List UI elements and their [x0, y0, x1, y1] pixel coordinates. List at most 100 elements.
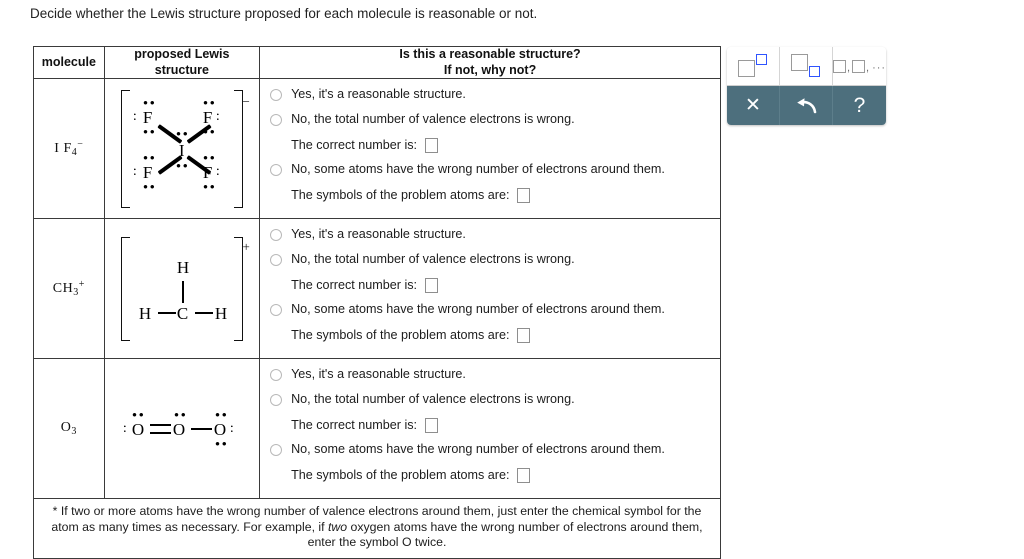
atom-label-f: F [142, 162, 153, 182]
option-yes[interactable]: Yes, it's a reasonable structure. [268, 366, 714, 385]
square-small-icon [809, 66, 820, 77]
radio-no-valence[interactable] [270, 254, 283, 267]
lone-pair-icon: : [122, 420, 127, 436]
answer-options-row1: Yes, it's a reasonable structure. No, th… [259, 78, 721, 220]
bracket-right-icon [233, 89, 243, 208]
superscript-button[interactable] [727, 47, 780, 86]
question-mark-icon: ? [853, 94, 866, 117]
lone-pair-icon: : [215, 108, 220, 124]
option-yes[interactable]: Yes, it's a reasonable structure. [268, 226, 714, 245]
lone-pair-icon: : [215, 163, 220, 179]
clear-button[interactable]: ✕ [727, 86, 780, 125]
radio-no-atoms[interactable] [270, 164, 283, 177]
lone-pair-icon: : [132, 163, 137, 179]
lone-pair-icon: : [132, 108, 137, 124]
header-proposed-structure: proposed Lewis structure [103, 45, 261, 80]
problem-atoms-input[interactable] [517, 328, 531, 344]
atom-label-f: F [142, 107, 153, 127]
answer-options-row2: Yes, it's a reasonable structure. No, th… [259, 218, 721, 360]
charge-label: + [242, 238, 250, 254]
header-structure-line2: structure [154, 62, 209, 77]
option-label: No, the total number of valence electron… [291, 252, 575, 267]
option-yes[interactable]: Yes, it's a reasonable structure. [268, 86, 714, 105]
table-row: CH3+ + H H C H Yes, it's a reasonable st… [33, 218, 721, 360]
list-button[interactable]: , , ··· [832, 47, 886, 86]
option-no-valence[interactable]: No, the total number of valence electron… [268, 111, 714, 130]
footnote-emphasis: two [327, 519, 348, 534]
problem-atoms-input[interactable] [517, 468, 531, 484]
option-label: Yes, it's a reasonable structure. [291, 227, 466, 242]
help-button[interactable]: ? [833, 86, 886, 125]
list-ellipsis: ··· [872, 61, 886, 74]
lone-pair-icon: •• [214, 436, 229, 453]
list-icon: , , ··· [832, 59, 886, 74]
table-row: I F4− − •• : F •• •• F : •• •• : F •• ••… [33, 78, 721, 220]
list-comma-1: , [846, 61, 850, 74]
option-label: No, some atoms have the wrong number of … [291, 302, 665, 317]
subscript-icon [791, 54, 821, 78]
radio-yes[interactable] [270, 229, 283, 242]
problem-atoms-input[interactable] [517, 188, 531, 204]
option-label: No, the total number of valence electron… [291, 112, 575, 127]
header-answer-line1: Is this a reasonable structure? [399, 47, 581, 61]
molecule-formula-text: I F [54, 141, 72, 157]
option-no-atoms[interactable]: No, some atoms have the wrong number of … [268, 441, 714, 460]
header-answer: Is this a reasonable structure? If not, … [259, 45, 721, 80]
correct-number-input[interactable] [425, 418, 439, 434]
formula-toolbar: , , ··· ✕ ? [727, 47, 886, 125]
option-label: Yes, it's a reasonable structure. [291, 367, 466, 382]
subscript-button[interactable] [780, 47, 833, 86]
atom-label-c: C [176, 303, 189, 323]
bracket-left-icon [120, 236, 130, 341]
molecule-formula-text: CH [52, 281, 74, 297]
molecule-subscript: 3 [71, 426, 77, 438]
lone-pair-icon: •• [175, 158, 190, 175]
answer-options-row3: Yes, it's a reasonable structure. No, th… [259, 358, 721, 500]
correct-number-label: The correct number is: [291, 138, 418, 153]
square-outline-icon [832, 59, 846, 73]
atom-label-o: O [172, 419, 186, 439]
problem-atoms-label: The symbols of the problem atoms are: [291, 328, 510, 343]
correct-number-label: The correct number is: [291, 278, 418, 293]
correct-number-line: The correct number is: [291, 136, 714, 155]
atom-label-h: H [138, 303, 152, 323]
close-icon: ✕ [745, 95, 761, 116]
footnote-part2: oxygen atoms have the wrong number of el… [307, 519, 703, 550]
atom-label-h: H [214, 303, 228, 323]
table-row: O3 •• : O •• O •• O : •• Yes, it's a rea… [33, 358, 721, 500]
atom-label-o: O [213, 419, 227, 439]
problem-atoms-label: The symbols of the problem atoms are: [291, 468, 510, 483]
problem-atoms-line: The symbols of the problem atoms are: [291, 326, 714, 345]
radio-no-valence[interactable] [270, 114, 283, 127]
correct-number-line: The correct number is: [291, 416, 714, 435]
lone-pair-icon: •• [202, 179, 217, 196]
footnote-row: * If two or more atoms have the wrong nu… [33, 498, 721, 559]
option-no-atoms[interactable]: No, some atoms have the wrong number of … [268, 161, 714, 180]
option-no-valence[interactable]: No, the total number of valence electron… [268, 391, 714, 410]
atom-label-h: H [176, 257, 190, 277]
lewis-structure-o3: •• : O •• O •• O : •• [103, 358, 261, 500]
problem-atoms-label: The symbols of the problem atoms are: [291, 188, 510, 203]
correct-number-line: The correct number is: [291, 276, 714, 295]
lone-pair-icon: •• [142, 124, 157, 141]
radio-no-atoms[interactable] [270, 304, 283, 317]
lone-pair-icon: •• [142, 179, 157, 196]
radio-no-valence[interactable] [270, 394, 283, 407]
header-answer-line2: If not, why not? [443, 62, 537, 77]
correct-number-input[interactable] [425, 138, 439, 154]
option-label: No, some atoms have the wrong number of … [291, 162, 665, 177]
radio-no-atoms[interactable] [270, 444, 283, 457]
radio-yes[interactable] [270, 369, 283, 382]
option-no-atoms[interactable]: No, some atoms have the wrong number of … [268, 301, 714, 320]
radio-yes[interactable] [270, 89, 283, 102]
problem-atoms-line: The symbols of the problem atoms are: [291, 186, 714, 205]
bond-line [181, 280, 185, 303]
charge-label: − [242, 93, 250, 109]
option-no-valence[interactable]: No, the total number of valence electron… [268, 251, 714, 270]
correct-number-input[interactable] [425, 278, 439, 294]
toolbar-bottom-row: ✕ ? [727, 86, 886, 125]
undo-button[interactable] [780, 86, 833, 125]
molecule-formula-o3: O3 [33, 358, 105, 500]
problem-atoms-line: The symbols of the problem atoms are: [291, 466, 714, 485]
atom-label-f: F [202, 107, 213, 127]
